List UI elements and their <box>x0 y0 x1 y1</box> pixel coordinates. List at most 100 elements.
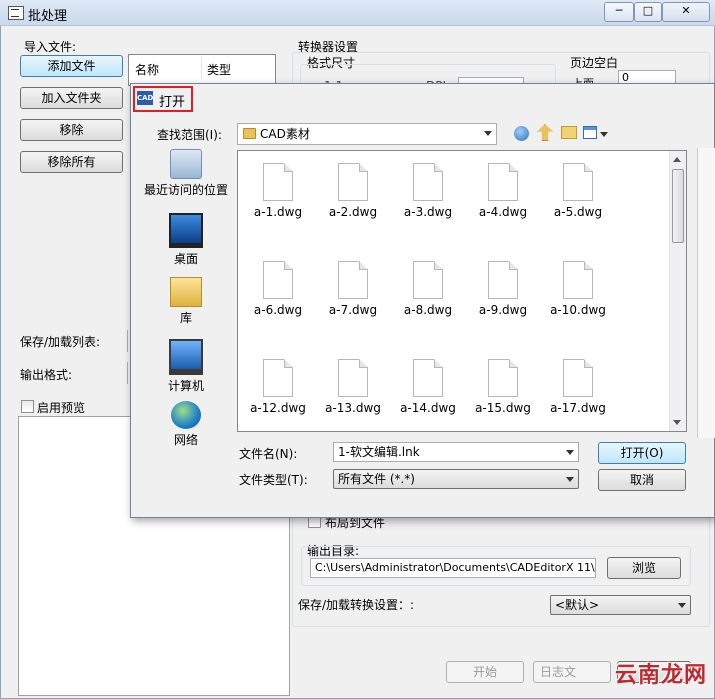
column-header-type[interactable]: 类型 <box>207 61 231 78</box>
file-name: a-1.dwg <box>253 205 303 219</box>
file-name: a-4.dwg <box>478 205 528 219</box>
scroll-thumb[interactable] <box>672 169 684 243</box>
filetype-select[interactable]: 所有文件 (*.*) <box>333 469 579 489</box>
file-item[interactable]: a-12.dwg <box>243 359 313 415</box>
file-name: a-12.dwg <box>250 401 306 415</box>
file-item[interactable]: a-8.dwg <box>393 261 463 317</box>
file-item[interactable]: a-14.dwg <box>393 359 463 415</box>
title-bar[interactable]: 批处理 ─ □ ✕ <box>0 0 715 26</box>
file-item[interactable]: a-13.dwg <box>318 359 388 415</box>
filename-input[interactable]: 1-软文编辑.lnk <box>333 442 579 462</box>
place-library-label: 库 <box>179 311 192 325</box>
file-item[interactable]: a-9.dwg <box>468 261 538 317</box>
window-title: 批处理 <box>28 9 68 24</box>
maximize-button[interactable]: □ <box>634 2 662 22</box>
file-item[interactable]: a-5.dwg <box>543 163 613 219</box>
file-name: a-10.dwg <box>550 303 606 317</box>
file-item[interactable]: a-10.dwg <box>543 261 613 317</box>
file-name: a-14.dwg <box>400 401 456 415</box>
watermark: 云南龙网 <box>614 663 707 688</box>
minimize-button[interactable]: ─ <box>604 2 634 22</box>
file-item[interactable]: a-2.dwg <box>318 163 388 219</box>
save-load-settings-label: 保存/加载转换设置：: <box>298 598 415 612</box>
place-network-label: 网络 <box>173 433 198 447</box>
document-icon <box>338 261 368 299</box>
places-bar: 最近访问的位置 桌面 库 计算机 网络 <box>137 149 235 459</box>
add-folder-button[interactable]: 加入文件夹 <box>20 87 123 109</box>
settings-select[interactable]: <默认> <box>550 595 691 615</box>
document-icon <box>338 163 368 201</box>
file-name: a-9.dwg <box>478 303 528 317</box>
file-item[interactable]: a-4.dwg <box>468 163 538 219</box>
file-item[interactable]: a-7.dwg <box>318 261 388 317</box>
recent-places-icon <box>170 149 202 179</box>
document-icon <box>263 359 293 397</box>
file-name: a-3.dwg <box>403 205 453 219</box>
document-icon <box>488 359 518 397</box>
start-button[interactable]: 开始 <box>446 661 524 683</box>
up-folder-icon[interactable] <box>537 124 553 141</box>
remove-button[interactable]: 移除 <box>20 119 123 141</box>
file-name: a-8.dwg <box>403 303 453 317</box>
open-button[interactable]: 打开(O) <box>598 442 686 464</box>
remove-all-button[interactable]: 移除所有 <box>20 151 123 173</box>
file-item[interactable]: a-6.dwg <box>243 261 313 317</box>
file-list[interactable]: 名称 类型 <box>128 54 276 86</box>
view-menu-chevron-icon[interactable] <box>600 132 608 137</box>
browse-button[interactable]: 浏览 <box>607 557 681 579</box>
close-button[interactable]: ✕ <box>662 2 710 22</box>
highlight-box <box>133 86 193 112</box>
add-file-button[interactable]: 添加文件 <box>20 55 123 77</box>
place-network[interactable]: 网络 <box>137 401 235 448</box>
new-folder-icon[interactable] <box>561 126 577 139</box>
place-library[interactable]: 库 <box>137 277 235 326</box>
folder-icon <box>243 128 256 139</box>
file-item[interactable]: a-3.dwg <box>393 163 463 219</box>
file-item[interactable]: a-17.dwg <box>543 359 613 415</box>
chevron-down-icon <box>484 131 492 136</box>
margin-top-input[interactable]: 0 <box>618 70 676 84</box>
file-name: a-6.dwg <box>253 303 303 317</box>
place-desktop[interactable]: 桌面 <box>137 213 235 267</box>
enable-preview-checkbox[interactable] <box>21 400 34 413</box>
import-files-label: 导入文件: <box>24 40 77 54</box>
column-divider <box>201 57 202 79</box>
log-button[interactable]: 日志文 <box>533 661 611 683</box>
file-name: a-15.dwg <box>475 401 531 415</box>
look-in-select[interactable]: CAD素材 <box>237 123 497 145</box>
column-header-name[interactable]: 名称 <box>135 61 159 78</box>
document-icon <box>563 261 593 299</box>
computer-icon <box>169 339 203 375</box>
file-name: a-7.dwg <box>328 303 378 317</box>
file-list-pane[interactable]: a-1.dwg a-2.dwg a-3.dwg a-4.dwg a-5.dwg a-6.d… <box>237 150 687 432</box>
app-icon <box>8 6 24 20</box>
document-icon <box>488 261 518 299</box>
filetype-label: 文件类型(T): <box>239 473 308 487</box>
network-icon <box>171 401 201 429</box>
document-icon <box>563 163 593 201</box>
look-in-label: 查找范围(I): <box>157 128 222 142</box>
document-icon <box>563 359 593 397</box>
place-recent-label: 最近访问的位置 <box>143 183 228 197</box>
place-computer[interactable]: 计算机 <box>137 339 235 394</box>
document-icon <box>413 261 443 299</box>
chevron-down-icon <box>566 450 574 455</box>
cancel-button[interactable]: 取消 <box>598 469 686 491</box>
place-recent[interactable]: 最近访问的位置 <box>137 149 235 198</box>
dialog-title-bar[interactable]: CAD 打开 <box>131 84 714 114</box>
save-load-list-label: 保存/加载列表: <box>20 335 101 349</box>
scroll-up-icon[interactable] <box>673 157 681 162</box>
settings-select-value: <默认> <box>555 598 600 612</box>
file-name: a-5.dwg <box>553 205 603 219</box>
vertical-scrollbar[interactable] <box>669 151 686 431</box>
file-name: a-13.dwg <box>325 401 381 415</box>
file-item[interactable]: a-15.dwg <box>468 359 538 415</box>
enable-preview-label: 启用预览 <box>37 401 86 415</box>
desktop-icon <box>169 213 203 248</box>
output-dir-input[interactable]: C:\Users\Administrator\Documents\CADEdit… <box>310 558 596 578</box>
view-menu-icon[interactable] <box>583 126 597 139</box>
back-icon[interactable] <box>514 126 529 141</box>
scroll-down-icon[interactable] <box>673 420 681 425</box>
place-desktop-label: 桌面 <box>173 252 198 266</box>
file-item[interactable]: a-1.dwg <box>243 163 313 219</box>
